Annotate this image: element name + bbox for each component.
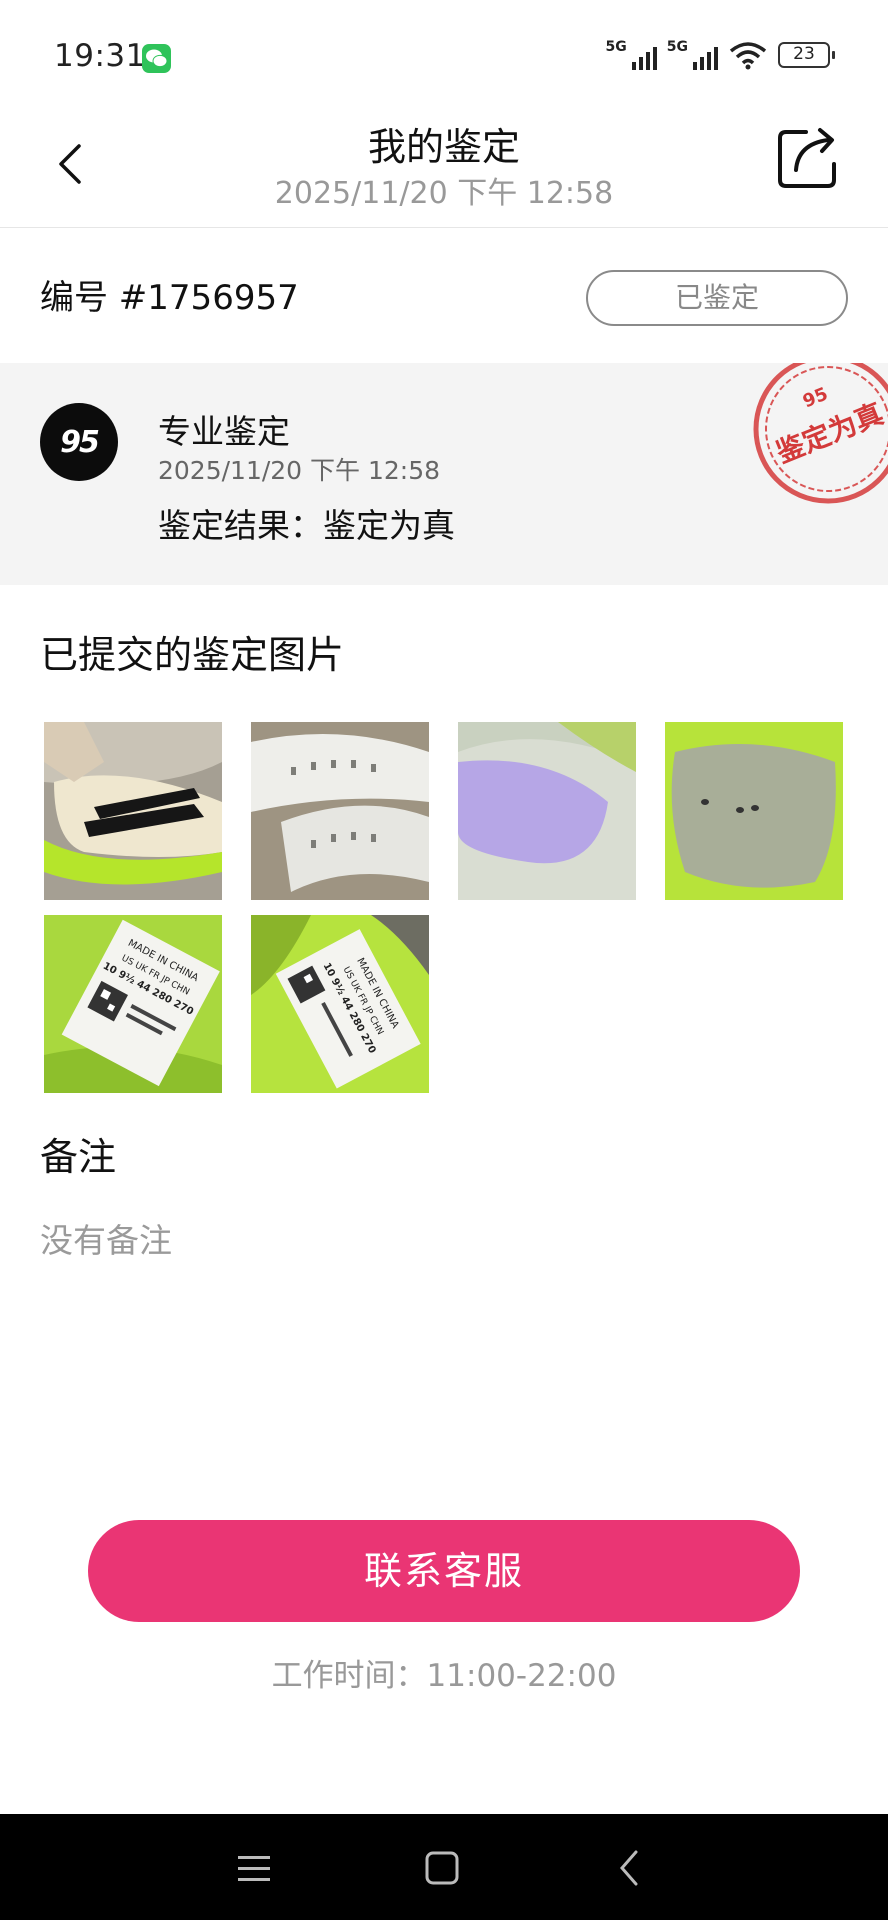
submitted-image-1[interactable] — [44, 722, 222, 900]
submitted-image-6[interactable]: MADE IN CHINA US UK FR JP CHN 10 9½ 44 2… — [251, 915, 429, 1093]
battery-icon: 23 — [778, 42, 835, 68]
share-button[interactable] — [776, 124, 842, 190]
home-button[interactable] — [420, 1846, 464, 1890]
status-indicators: 5G 5G 23 — [606, 40, 835, 70]
menu-button[interactable] — [232, 1846, 276, 1890]
system-back-button[interactable] — [608, 1846, 652, 1890]
page-subtitle: 2025/11/20 下午 12:58 — [274, 176, 614, 211]
submitted-image-3[interactable] — [458, 722, 636, 900]
home-square-icon — [425, 1851, 459, 1885]
brand-logo: 95 — [40, 403, 118, 481]
images-section-title: 已提交的鉴定图片 — [40, 633, 345, 677]
result-type: 专业鉴定 — [158, 412, 290, 451]
system-nav-bar — [0, 1814, 888, 1920]
result-time: 2025/11/20 下午 12:58 — [158, 456, 441, 485]
result-text: 鉴定结果：鉴定为真 — [158, 506, 455, 545]
signal-1-icon: 5G — [606, 40, 657, 70]
page-title: 我的鉴定 — [367, 125, 520, 169]
back-arrow-icon — [620, 1850, 638, 1886]
remark-title: 备注 — [40, 1135, 117, 1179]
svg-text:95: 95 — [800, 384, 831, 413]
stamp-text: 鉴定为真 — [771, 397, 888, 470]
remark-text: 没有备注 — [40, 1221, 172, 1260]
submitted-image-4[interactable] — [665, 722, 843, 900]
status-time: 19:31 — [54, 38, 146, 74]
submitted-image-2[interactable] — [251, 722, 429, 900]
header: 我的鉴定 2025/11/20 下午 12:58 — [0, 108, 888, 228]
status-bar: 19:31 5G 5G 23 — [0, 0, 888, 108]
status-badge: 已鉴定 — [586, 270, 848, 326]
signal-2-icon: 5G — [667, 40, 718, 70]
submitted-image-5[interactable]: MADE IN CHINA US UK FR JP CHN 10 9½ 44 2… — [44, 915, 222, 1093]
work-hours: 工作时间：11:00-22:00 — [271, 1658, 617, 1694]
order-row: 编号 #1756957 已鉴定 — [0, 230, 888, 362]
contact-support-button[interactable]: 联系客服 — [88, 1520, 800, 1622]
wifi-icon — [729, 42, 767, 70]
result-card: 95 专业鉴定 2025/11/20 下午 12:58 鉴定结果：鉴定为真 95… — [0, 363, 888, 585]
share-icon — [778, 128, 836, 188]
wechat-notification-icon — [142, 44, 171, 73]
authentic-stamp-icon: 95 鉴定为真 — [753, 363, 888, 504]
menu-icon — [238, 1856, 270, 1881]
order-number: 编号 #1756957 — [40, 278, 299, 318]
